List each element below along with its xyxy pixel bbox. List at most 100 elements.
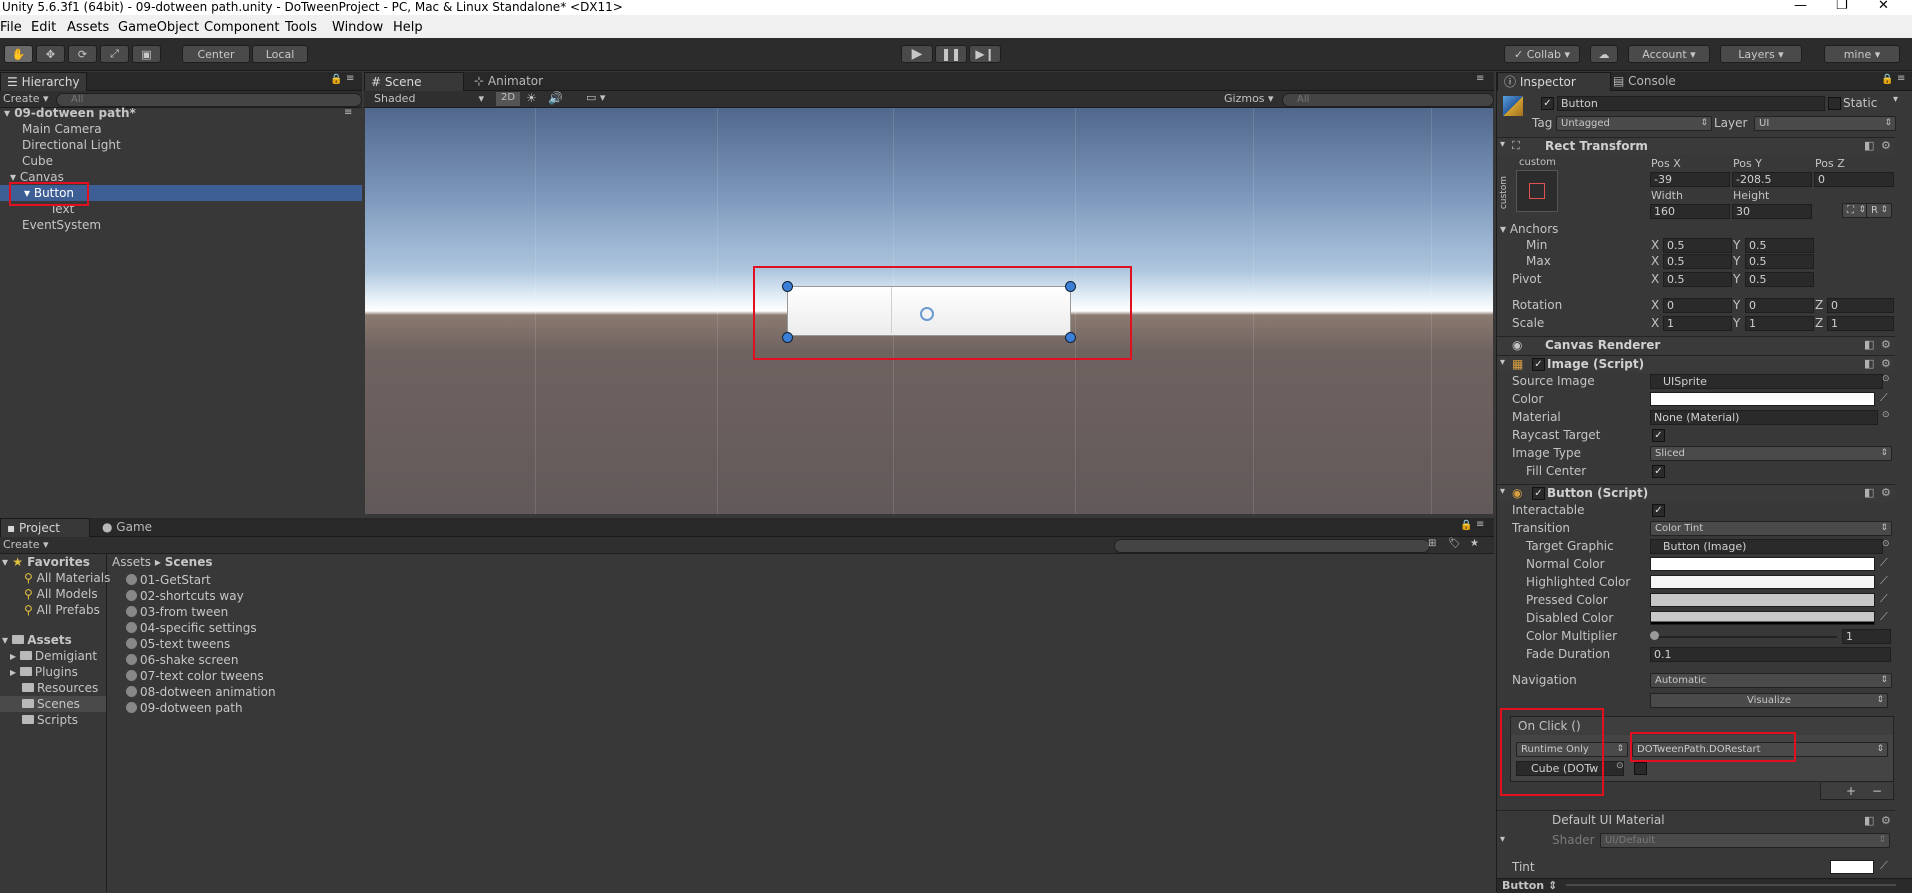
- width-field[interactable]: 160: [1650, 204, 1730, 219]
- anchor-max-y-field[interactable]: 0.5: [1745, 254, 1814, 269]
- static-dropdown-icon[interactable]: ▾: [1893, 94, 1898, 105]
- menu-gameobject[interactable]: GameObject: [118, 20, 199, 35]
- gear-icon[interactable]: ⚙: [1881, 486, 1891, 499]
- source-image-field[interactable]: UISprite: [1650, 374, 1883, 389]
- pause-icon[interactable]: ❚❚: [935, 45, 967, 63]
- menu-component[interactable]: Component: [204, 20, 279, 35]
- favorites-node[interactable]: ▾ ★ Favorites: [2, 555, 90, 569]
- tab-project[interactable]: ▪ Project: [0, 518, 90, 537]
- raycast-checkbox[interactable]: ✓: [1652, 429, 1665, 442]
- layer-dropdown[interactable]: UI: [1754, 116, 1896, 131]
- anchor-max-x-field[interactable]: 0.5: [1663, 254, 1732, 269]
- menu-help[interactable]: Help: [393, 20, 423, 35]
- pressed-color-swatch[interactable]: [1650, 593, 1875, 607]
- tab-animator[interactable]: ⊹ Animator: [468, 72, 549, 90]
- pivot-local-button[interactable]: Local: [252, 45, 308, 63]
- panel-menu-icon[interactable]: ≡: [1476, 519, 1484, 530]
- scene-menu-icon[interactable]: ≡: [1476, 73, 1484, 84]
- scale-y-field[interactable]: 1: [1745, 316, 1814, 331]
- anchors-foldout[interactable]: ▾ Anchors: [1500, 222, 1558, 236]
- step-icon[interactable]: ▶❙: [969, 45, 1001, 63]
- target-graphic-field[interactable]: Button (Image): [1650, 539, 1883, 554]
- eyedropper-icon[interactable]: ⟋: [1880, 391, 1888, 405]
- scene-asset[interactable]: 07-text color tweens: [126, 669, 264, 683]
- hierarchy-item-cube[interactable]: Cube: [22, 154, 53, 168]
- tint-swatch[interactable]: [1830, 860, 1874, 874]
- gear-icon[interactable]: ⚙: [1881, 139, 1891, 152]
- scale-x-field[interactable]: 1: [1663, 316, 1732, 331]
- assets-node[interactable]: ▾ Assets: [2, 633, 72, 647]
- tab-game[interactable]: ● Game: [96, 518, 158, 536]
- disabled-color-swatch[interactable]: [1650, 611, 1875, 625]
- image-enabled-checkbox[interactable]: ✓: [1532, 358, 1545, 371]
- hierarchy-item-main-camera[interactable]: Main Camera: [22, 122, 102, 136]
- folder-plugins[interactable]: ▸ Plugins: [10, 665, 78, 679]
- tab-inspector[interactable]: ⓘ Inspector: [1497, 72, 1611, 91]
- maximize-icon[interactable]: ❐: [1836, 0, 1848, 13]
- visualize-button[interactable]: Visualize: [1650, 693, 1888, 708]
- menu-file[interactable]: File: [0, 20, 22, 35]
- tab-scene[interactable]: # Scene: [364, 72, 464, 91]
- scene-menu-icon[interactable]: ≡: [344, 107, 352, 118]
- material-field[interactable]: None (Material): [1650, 410, 1878, 425]
- add-listener-button[interactable]: +: [1846, 784, 1856, 798]
- gizmos-dropdown[interactable]: Gizmos ▾: [1224, 92, 1274, 105]
- cloud-icon[interactable]: ☁: [1590, 45, 1618, 63]
- toggle-2d-button[interactable]: 2D: [496, 92, 520, 106]
- help-icon[interactable]: ◧: [1864, 814, 1874, 827]
- color-swatch[interactable]: [1650, 392, 1875, 406]
- shader-dropdown[interactable]: UI/Default: [1600, 833, 1890, 848]
- scene-search-input[interactable]: All: [1282, 93, 1494, 107]
- posy-field[interactable]: -208.5: [1732, 172, 1812, 187]
- account-dropdown[interactable]: Account ▾: [1628, 45, 1710, 63]
- foldout-icon[interactable]: ▾: [1500, 486, 1505, 497]
- breadcrumb-assets[interactable]: Assets: [112, 555, 151, 569]
- height-field[interactable]: 30: [1732, 204, 1812, 219]
- eyedropper-icon[interactable]: ⟋: [1880, 574, 1888, 588]
- anchor-min-x-field[interactable]: 0.5: [1663, 238, 1732, 253]
- scene-asset[interactable]: 06-shake screen: [126, 653, 238, 667]
- close-icon[interactable]: ✕: [1878, 0, 1889, 13]
- eyedropper-icon[interactable]: ⟋: [1880, 592, 1888, 606]
- preview-resize-bar[interactable]: [1566, 884, 1896, 886]
- active-checkbox[interactable]: ✓: [1541, 97, 1554, 110]
- eyedropper-icon[interactable]: ⟋: [1880, 859, 1888, 873]
- effects-icon[interactable]: ▭ ▾: [586, 91, 605, 104]
- object-name-field[interactable]: Button: [1557, 96, 1825, 111]
- color-multiplier-field[interactable]: 1: [1842, 629, 1891, 644]
- normal-color-swatch[interactable]: [1650, 557, 1875, 571]
- pivot-y-field[interactable]: 0.5: [1745, 272, 1814, 287]
- tab-hierarchy[interactable]: ☰ Hierarchy: [0, 72, 87, 91]
- folder-scripts[interactable]: Scripts: [22, 713, 78, 727]
- favorite-star-icon[interactable]: ★: [1470, 538, 1479, 549]
- object-picker-icon[interactable]: ⊙: [1882, 410, 1890, 420]
- hierarchy-search-input[interactable]: All: [56, 93, 362, 107]
- menu-window[interactable]: Window: [332, 20, 383, 35]
- lock-icon[interactable]: 🔒: [1881, 74, 1893, 85]
- project-create-button[interactable]: Create ▾: [3, 538, 49, 551]
- object-picker-icon[interactable]: ⊙: [1882, 539, 1890, 549]
- panel-menu-icon[interactable]: ≡: [1897, 73, 1905, 84]
- gear-icon[interactable]: ⚙: [1881, 357, 1891, 370]
- remove-listener-button[interactable]: −: [1872, 784, 1882, 798]
- eyedropper-icon[interactable]: ⟋: [1880, 556, 1888, 570]
- anchor-preset-button[interactable]: [1516, 170, 1558, 212]
- eyedropper-icon[interactable]: ⟋: [1880, 610, 1888, 624]
- scene-asset[interactable]: 09-dotween path: [126, 701, 243, 715]
- rotation-y-field[interactable]: 0: [1745, 298, 1814, 313]
- menu-tools[interactable]: Tools: [285, 20, 317, 35]
- help-icon[interactable]: ◧: [1864, 139, 1874, 152]
- preview-title-dropdown[interactable]: Button ⇕: [1502, 879, 1557, 892]
- hierarchy-create-button[interactable]: Create ▾: [3, 92, 49, 105]
- color-multiplier-slider-handle[interactable]: [1650, 631, 1659, 640]
- hierarchy-item-directional-light[interactable]: Directional Light: [22, 138, 121, 152]
- rect-tool-icon[interactable]: ▣: [132, 45, 161, 63]
- scene-asset[interactable]: 03-from tween: [126, 605, 228, 619]
- folder-resources[interactable]: Resources: [22, 681, 98, 695]
- scene-asset[interactable]: 02-shortcuts way: [126, 589, 244, 603]
- bool-argument-checkbox[interactable]: [1634, 762, 1647, 775]
- panel-menu-icon[interactable]: ≡: [346, 73, 354, 84]
- gear-icon[interactable]: ⚙: [1881, 814, 1891, 827]
- scene-viewport[interactable]: [365, 108, 1493, 514]
- tab-console[interactable]: ▤ Console: [1607, 72, 1682, 90]
